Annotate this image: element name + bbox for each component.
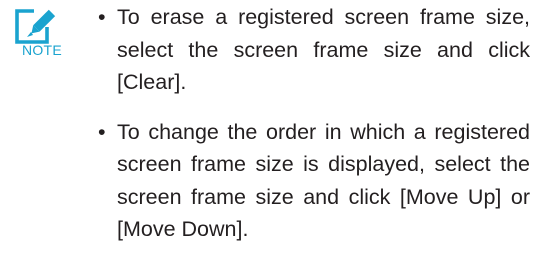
note-pencil-icon (14, 9, 76, 69)
note-item-reorder: • To change the order in which a registe… (90, 116, 530, 246)
bullet: • (98, 119, 106, 144)
note-label: NOTE (21, 42, 63, 58)
note-item-erase: • To erase a registered screen frame siz… (90, 1, 530, 99)
note-list: • To erase a registered screen frame siz… (90, 1, 530, 246)
note-text-erase: To erase a registered screen frame size,… (117, 5, 530, 94)
note-text-reorder: To change the order in which a registere… (117, 119, 530, 242)
bullet: • (98, 5, 106, 29)
